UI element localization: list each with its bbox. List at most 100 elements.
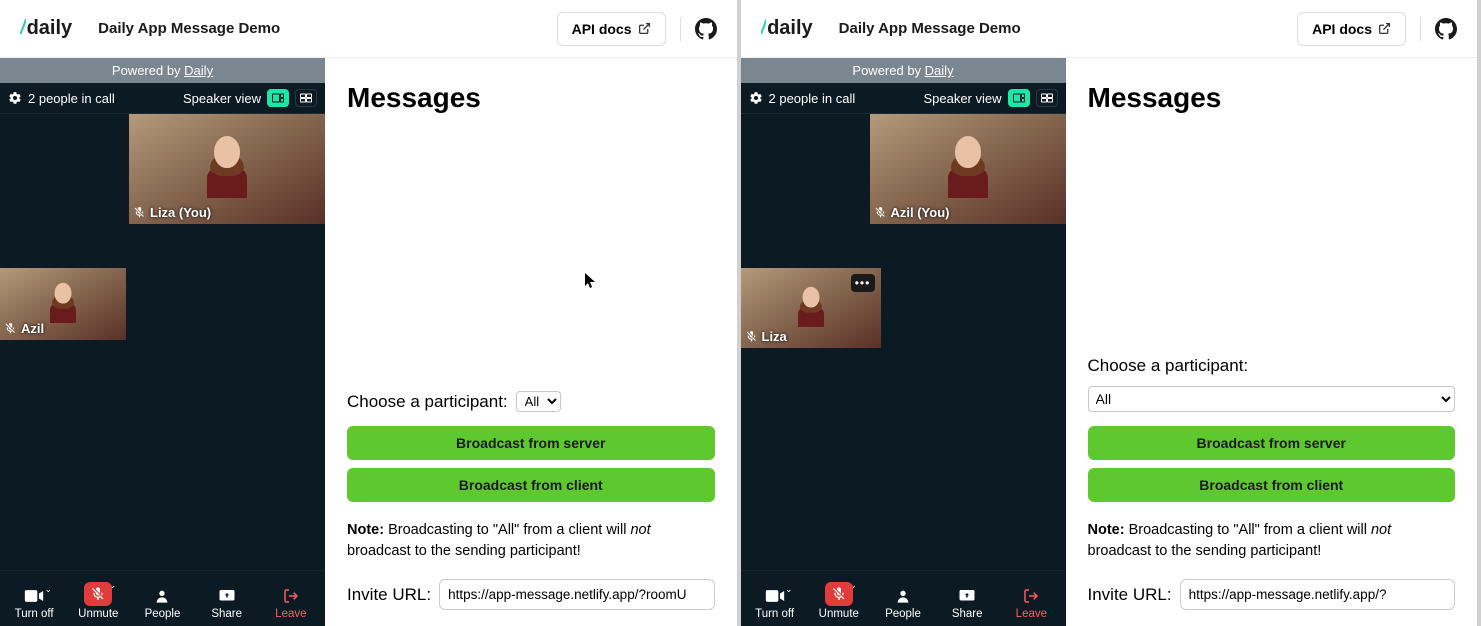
- mic-toggle-button[interactable]: ⌄ Unmute: [813, 582, 865, 620]
- messages-panel: Messages Choose a participant: All Broad…: [1066, 58, 1478, 626]
- leave-label: Leave: [1016, 608, 1047, 620]
- api-docs-label: API docs: [1312, 21, 1372, 37]
- video-tile-secondary[interactable]: ••• Liza: [741, 268, 881, 348]
- github-icon[interactable]: [695, 18, 717, 40]
- call-controls: ⌄ Turn off ⌄ Unmute People Share: [741, 570, 1066, 626]
- invite-url-label: Invite URL:: [1088, 585, 1172, 605]
- video-tile-main[interactable]: Liza (You): [129, 114, 325, 224]
- grid-view-button[interactable]: [1036, 89, 1058, 107]
- view-mode-label: Speaker view: [183, 91, 261, 106]
- external-link-icon: [1378, 22, 1391, 35]
- call-meta-row: 2 people in call Speaker view: [0, 83, 325, 114]
- participant-select[interactable]: All: [516, 391, 561, 412]
- mic-label: Unmute: [78, 608, 118, 620]
- tile-more-button[interactable]: •••: [851, 274, 875, 292]
- video-tile-main[interactable]: Azil (You): [870, 114, 1066, 224]
- camera-label: Turn off: [755, 608, 794, 620]
- people-button[interactable]: People: [877, 586, 929, 620]
- speaker-view-button[interactable]: [1008, 89, 1030, 107]
- people-label: People: [145, 608, 181, 620]
- logo: /daily: [20, 17, 72, 40]
- note-suffix: broadcast to the sending participant!: [347, 543, 581, 559]
- share-button[interactable]: Share: [941, 586, 993, 620]
- mic-muted-icon: [745, 330, 758, 343]
- broadcast-client-button[interactable]: Broadcast from client: [1088, 468, 1456, 502]
- leave-icon: [283, 588, 299, 604]
- share-screen-icon: [958, 588, 976, 604]
- messages-panel: Messages Choose a participant: All Broad…: [325, 58, 737, 626]
- logo: /daily: [761, 17, 813, 40]
- powered-by-prefix: Powered by: [852, 63, 924, 78]
- external-link-icon: [638, 22, 651, 35]
- leave-icon: [1023, 588, 1039, 604]
- mic-off-icon: [90, 586, 106, 602]
- note-mid: Broadcasting to "All" from a client will: [388, 522, 626, 538]
- divider: [1420, 17, 1421, 41]
- people-count: 2 people in call: [769, 91, 856, 106]
- camera-label: Turn off: [15, 608, 54, 620]
- tile-main-name: Liza (You): [150, 205, 211, 220]
- mic-label: Unmute: [819, 608, 859, 620]
- broadcast-server-button[interactable]: Broadcast from server: [1088, 426, 1456, 460]
- people-count: 2 people in call: [28, 91, 115, 106]
- choose-participant-label: Choose a participant:: [1088, 356, 1249, 376]
- powered-by-link[interactable]: Daily: [184, 63, 213, 78]
- api-docs-button[interactable]: API docs: [557, 12, 666, 46]
- github-icon[interactable]: [1435, 18, 1457, 40]
- camera-icon: [24, 589, 44, 603]
- messages-title: Messages: [347, 82, 715, 114]
- choose-participant-label: Choose a participant:: [347, 392, 508, 412]
- speaker-view-button[interactable]: [267, 89, 289, 107]
- gear-icon[interactable]: [8, 91, 22, 105]
- person-icon: [895, 588, 911, 604]
- app-title: Daily App Message Demo: [98, 20, 280, 37]
- api-docs-label: API docs: [572, 21, 632, 37]
- mic-toggle-button[interactable]: ⌄ Unmute: [72, 582, 124, 620]
- messages-title: Messages: [1088, 82, 1456, 114]
- share-button[interactable]: Share: [201, 586, 253, 620]
- camera-icon: [765, 589, 785, 603]
- note-prefix: Note:: [347, 522, 384, 538]
- camera-toggle-button[interactable]: ⌄ Turn off: [8, 586, 60, 620]
- invite-url-input[interactable]: [1180, 579, 1455, 610]
- people-label: People: [885, 608, 921, 620]
- powered-by-link[interactable]: Daily: [925, 63, 954, 78]
- note-italic: not: [1371, 522, 1391, 538]
- mic-muted-icon: [874, 206, 887, 219]
- grid-view-button[interactable]: [295, 89, 317, 107]
- leave-button[interactable]: Leave: [265, 586, 317, 620]
- camera-toggle-button[interactable]: ⌄ Turn off: [749, 586, 801, 620]
- broadcast-note: Note: Broadcasting to "All" from a clien…: [347, 520, 715, 561]
- note-prefix: Note:: [1088, 522, 1125, 538]
- participant-select[interactable]: All: [1088, 386, 1456, 412]
- top-bar: /daily Daily App Message Demo API docs: [741, 0, 1478, 58]
- note-italic: not: [630, 522, 650, 538]
- people-button[interactable]: People: [136, 586, 188, 620]
- video-panel: Powered by Daily 2 people in call Speake…: [741, 58, 1066, 626]
- powered-by-banner: Powered by Daily: [0, 58, 325, 83]
- powered-by-prefix: Powered by: [112, 63, 184, 78]
- call-controls: ⌄ Turn off ⌄ Unmute People Share: [0, 570, 325, 626]
- logo-text: daily: [767, 17, 813, 40]
- share-label: Share: [952, 608, 983, 620]
- app-title: Daily App Message Demo: [839, 20, 1021, 37]
- tile-main-name: Azil (You): [891, 205, 950, 220]
- mic-off-icon: [831, 586, 847, 602]
- divider: [680, 17, 681, 41]
- view-mode-label: Speaker view: [923, 91, 1001, 106]
- broadcast-note: Note: Broadcasting to "All" from a clien…: [1088, 520, 1456, 561]
- tile-secondary-name: Azil: [21, 321, 44, 336]
- invite-url-input[interactable]: [439, 579, 714, 610]
- gear-icon[interactable]: [749, 91, 763, 105]
- cursor-icon: [585, 273, 597, 289]
- share-label: Share: [211, 608, 242, 620]
- broadcast-client-button[interactable]: Broadcast from client: [347, 468, 715, 502]
- mic-muted-icon: [133, 206, 146, 219]
- leave-button[interactable]: Leave: [1005, 586, 1057, 620]
- video-tile-secondary[interactable]: Azil: [0, 268, 126, 340]
- broadcast-server-button[interactable]: Broadcast from server: [347, 426, 715, 460]
- note-suffix: broadcast to the sending participant!: [1088, 543, 1322, 559]
- logo-text: daily: [27, 17, 73, 40]
- api-docs-button[interactable]: API docs: [1297, 12, 1406, 46]
- top-bar: /daily Daily App Message Demo API docs: [0, 0, 737, 58]
